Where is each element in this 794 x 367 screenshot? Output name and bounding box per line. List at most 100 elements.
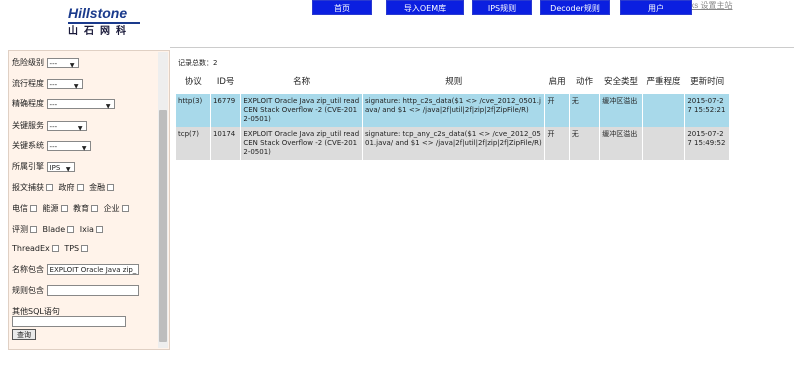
- cell-action: 无: [569, 127, 601, 160]
- enterprise-checkbox[interactable]: [121, 205, 129, 212]
- col-enabled[interactable]: 启用: [545, 70, 569, 94]
- name-contains-label: 名称包含: [12, 265, 44, 274]
- nav-import-oem[interactable]: 导入OEM库: [386, 0, 464, 15]
- checkbox-label-energy: 能源: [42, 204, 59, 213]
- danger-level-value: ---: [49, 59, 58, 68]
- filter-accuracy: 精确程度 --- ▼: [12, 98, 115, 110]
- telecom-checkbox[interactable]: [30, 205, 37, 212]
- chevron-down-icon: ▼: [77, 124, 83, 132]
- cell-name: EXPLOIT Oracle Java zip_util readCEN Sta…: [240, 127, 363, 160]
- col-action[interactable]: 动作: [569, 70, 599, 94]
- review-checkbox[interactable]: [30, 226, 37, 233]
- nav-divider: [170, 47, 794, 48]
- checkbox-row-1: 报文捕获 政府 金融: [12, 182, 117, 193]
- system-label: 关键系统: [12, 141, 44, 150]
- accuracy-select[interactable]: --- ▼: [46, 98, 115, 110]
- tps-checkbox[interactable]: [81, 245, 89, 252]
- rule-contains-input[interactable]: [46, 285, 139, 296]
- threadex-checkbox[interactable]: [51, 245, 59, 252]
- ixia-checkbox[interactable]: [95, 226, 103, 233]
- logo-underline: [68, 22, 140, 24]
- service-value: ---: [49, 122, 58, 131]
- record-count: 记录总数：2: [178, 59, 218, 67]
- popularity-value: ---: [49, 80, 58, 89]
- filter-name-contains: 名称包含 EXPLOIT Oracle Java zip_: [12, 264, 139, 275]
- name-contains-input[interactable]: EXPLOIT Oracle Java zip_: [46, 264, 139, 275]
- chevron-down-icon: ▼: [105, 102, 111, 110]
- finance-checkbox[interactable]: [107, 184, 115, 191]
- filter-popularity: 流行程度 --- ▼: [12, 78, 83, 90]
- checkbox-label-ixia: Ixia: [79, 225, 94, 234]
- checkbox-label-education: 教育: [73, 204, 90, 213]
- rule-contains-label: 规则包含: [12, 286, 44, 295]
- query-button[interactable]: 查询: [12, 329, 36, 340]
- cell-action: 无: [569, 94, 601, 127]
- checkbox-row-2: 电信 能源 教育 企业: [12, 203, 132, 214]
- cell-protocol: tcp(7): [176, 127, 211, 160]
- energy-checkbox[interactable]: [60, 205, 68, 212]
- checkbox-label-enterprise: 企业: [103, 204, 120, 213]
- system-value: ---: [49, 142, 58, 151]
- table-row[interactable]: http(3) 16779 EXPLOIT Oracle Java zip_ut…: [176, 94, 730, 127]
- sidebar-scrollbar[interactable]: [158, 52, 168, 348]
- checkbox-row-3: 评测 Blade Ixia: [12, 224, 106, 235]
- col-updated[interactable]: 更新时间: [685, 70, 730, 94]
- engine-select[interactable]: IPS ▼: [46, 161, 75, 173]
- scrollbar-thumb[interactable]: [159, 110, 167, 342]
- col-protocol[interactable]: 协议: [176, 70, 210, 94]
- col-severity[interactable]: 严重程度: [642, 70, 685, 94]
- chevron-down-icon: ▼: [69, 61, 75, 69]
- cell-rule: signature: tcp_any_c2s_data($1 <> /cve_2…: [362, 127, 546, 160]
- blade-checkbox[interactable]: [67, 226, 75, 233]
- filter-rule-contains: 规则包含: [12, 285, 139, 296]
- system-select[interactable]: --- ▼: [46, 140, 91, 152]
- checkbox-label-government: 政府: [58, 183, 75, 192]
- cell-updated: 2015-07-27 15:49:52: [684, 127, 730, 160]
- cell-severity: [642, 94, 686, 127]
- nav-ips-rules[interactable]: IPS规则: [472, 0, 532, 15]
- col-rule[interactable]: 规则: [363, 70, 545, 94]
- nav-decoder-rules[interactable]: Decoder规则: [540, 0, 610, 15]
- cell-id: 16779: [210, 94, 242, 127]
- table-row[interactable]: tcp(7) 10174 EXPLOIT Oracle Java zip_uti…: [176, 127, 730, 160]
- results-table: 协议 ID号 名称 规则 启用 动作 安全类型 严重程度 更新时间 http(3…: [176, 70, 730, 160]
- cell-enabled: 开: [544, 127, 570, 160]
- nav-home[interactable]: 首页: [312, 0, 372, 15]
- cell-enabled: 开: [544, 94, 570, 127]
- cell-name: EXPLOIT Oracle Java zip_util readCEN Sta…: [240, 94, 363, 127]
- category-label: 报文捕获: [12, 183, 44, 192]
- cell-type: 缓冲区溢出: [599, 127, 643, 160]
- accuracy-value: ---: [49, 100, 58, 109]
- col-security-type[interactable]: 安全类型: [600, 70, 643, 94]
- service-select[interactable]: --- ▼: [46, 120, 87, 132]
- table-header-row: 协议 ID号 名称 规则 启用 动作 安全类型 严重程度 更新时间: [176, 70, 730, 94]
- nav-user[interactable]: 用户: [620, 0, 692, 15]
- chevron-down-icon: ▼: [81, 144, 87, 152]
- checkbox-label-blade: Blade: [42, 225, 66, 234]
- checkbox-label-telecom: 电信: [12, 204, 28, 213]
- popularity-label: 流行程度: [12, 79, 44, 88]
- service-label: 关键服务: [12, 121, 44, 130]
- logo-brand: Hillstone: [68, 5, 128, 21]
- sql-input[interactable]: [12, 316, 126, 327]
- cell-id: 10174: [210, 127, 242, 160]
- col-name[interactable]: 名称: [241, 70, 363, 94]
- col-id[interactable]: ID号: [210, 70, 240, 94]
- engine-value: IPS: [49, 163, 61, 172]
- checkbox-label-tps: TPS: [64, 244, 80, 253]
- accuracy-label: 精确程度: [12, 99, 44, 108]
- popularity-select[interactable]: --- ▼: [46, 78, 83, 90]
- education-checkbox[interactable]: [91, 205, 99, 212]
- filter-sidebar: [8, 50, 170, 350]
- category-checkbox[interactable]: [46, 184, 53, 191]
- danger-level-select[interactable]: --- ▼: [46, 57, 79, 69]
- cell-type: 缓冲区溢出: [599, 94, 643, 127]
- cell-updated: 2015-07-27 15:52:21: [684, 94, 730, 127]
- chevron-down-icon: ▼: [65, 165, 71, 173]
- danger-level-label: 危险级别: [12, 58, 44, 67]
- sql-label: 其他SQL语句: [12, 307, 60, 316]
- checkbox-row-4: ThreadEx TPS: [12, 244, 91, 253]
- filter-engine: 所属引擎 IPS ▼: [12, 161, 75, 173]
- cell-rule: signature: http_c2s_data($1 <> /cve_2012…: [362, 94, 546, 127]
- government-checkbox[interactable]: [76, 184, 84, 191]
